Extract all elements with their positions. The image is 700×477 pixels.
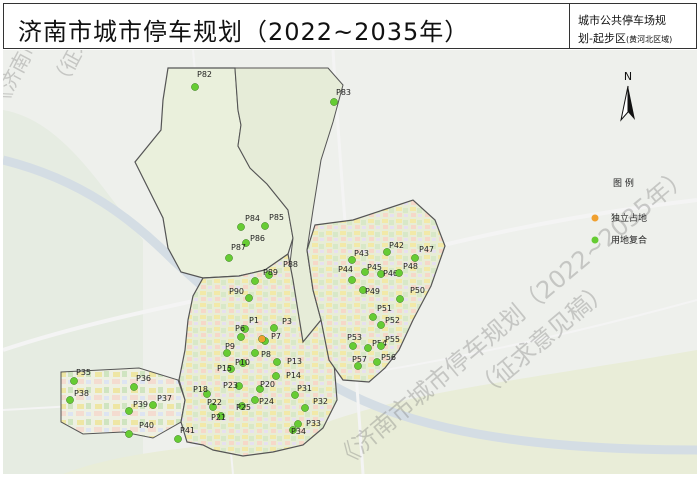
parking-marker-p55[interactable] [377,342,385,350]
parking-label-p35: P35 [76,368,91,377]
parking-marker-p37[interactable] [149,401,157,409]
parking-marker-p53[interactable] [349,342,357,350]
parking-label-p20: P20 [260,380,275,389]
parking-label-p43: P43 [354,249,369,258]
legend-independent-swatch [591,214,599,222]
parking-label-p52: P52 [385,316,400,325]
parking-label-p32: P32 [313,397,328,406]
parking-marker-p83[interactable] [330,98,338,106]
parking-marker-p36[interactable] [130,383,138,391]
parking-marker-p41[interactable] [174,435,182,443]
parking-label-p50: P50 [410,286,425,295]
parking-label-p33: P33 [306,419,321,428]
parking-label-p41: P41 [180,426,195,435]
parking-marker-p38[interactable] [66,396,74,404]
parking-label-p14: P14 [286,371,301,380]
parking-label-p10: P10 [235,358,250,367]
parking-label-p86: P86 [250,234,265,243]
subtitle-line-2-main: 划-起步区 [578,32,626,45]
parking-label-p8: P8 [261,350,271,359]
page-title: 济南市城市停车规划（2022~2035年） [18,18,470,46]
parking-label-p88: P88 [283,260,298,269]
parking-marker-p48[interactable] [395,269,403,277]
parking-marker-p56[interactable] [373,358,381,366]
parking-marker-p82[interactable] [191,83,199,91]
map-figure: 济南市城市停车规划（2022~2035年） 城市公共停车场规 划-起步区(黄河北… [0,0,700,477]
parking-marker-p54[interactable] [364,344,372,352]
parking-label-p49: P49 [365,287,380,296]
title-divider [569,4,570,48]
parking-label-p39: P39 [133,400,148,409]
parking-marker-p50[interactable] [396,295,404,303]
parking-label-p25: P25 [236,403,251,412]
parking-label-p85: P85 [269,213,284,222]
parking-marker-p51[interactable] [369,313,377,321]
parking-label-p38: P38 [74,389,89,398]
parking-label-p9: P9 [225,342,235,351]
parking-marker-p52[interactable] [377,321,385,329]
parking-label-p15: P15 [217,364,232,373]
subtitle-line-2: 划-起步区(黄河北区域) [578,30,672,46]
parking-marker-p44[interactable] [348,276,356,284]
parking-marker-p32[interactable] [301,404,309,412]
parking-marker-p90[interactable] [245,294,253,302]
parking-label-p3: P3 [282,317,292,326]
parking-label-p44: P44 [338,265,353,274]
parking-label-p53: P53 [347,333,362,342]
parking-marker-p89[interactable] [251,277,259,285]
parking-label-p31: P31 [297,384,312,393]
parking-marker-p6[interactable] [237,333,245,341]
parking-label-p37: P37 [157,394,172,403]
parking-marker-p8[interactable] [251,349,259,357]
parking-label-p22: P22 [207,398,222,407]
parking-label-p48: P48 [403,262,418,271]
parking-marker-p84[interactable] [237,223,245,231]
parking-marker-p2[interactable] [258,335,266,343]
title-bar: 济南市城市停车规划（2022~2035年） 城市公共停车场规 划-起步区(黄河北… [3,3,697,49]
parking-marker-p35[interactable] [70,377,78,385]
parking-label-p89: P89 [263,268,278,277]
parking-marker-p39[interactable] [125,407,133,415]
parking-label-p18: P18 [193,385,208,394]
parking-label-p90: P90 [229,287,244,296]
north-arrow-label: N [624,70,632,83]
parking-marker-p85[interactable] [261,222,269,230]
parking-label-p13: P13 [287,357,302,366]
legend-title: 图 例 [613,177,634,189]
parking-label-p84: P84 [245,214,260,223]
district-west [60,367,186,439]
parking-label-p55: P55 [385,335,400,344]
parking-label-p21: P21 [211,413,226,422]
parking-label-p1: P1 [249,316,259,325]
parking-label-p82: P82 [197,70,212,79]
parking-label-p23: P23 [223,381,238,390]
parking-marker-p24[interactable] [251,396,259,404]
map-canvas[interactable]: N 图 例 独立占地 用地复合 P82 P83 P84 P85 P86 P87 P88 P89… [3,50,697,474]
subtitle-line-1: 城市公共停车场规 [578,14,666,27]
parking-label-p7: P7 [271,332,281,341]
parking-marker-p3[interactable] [270,324,278,332]
parking-label-p36: P36 [136,374,151,383]
parking-marker-p47[interactable] [411,254,419,262]
parking-label-p87: P87 [231,243,246,252]
parking-label-p42: P42 [389,241,404,250]
parking-label-p56: P56 [381,353,396,362]
parking-marker-p13[interactable] [273,358,281,366]
subtitle-line-2-small: (黄河北区域) [625,35,673,44]
map-svg: N 图 例 独立占地 用地复合 P82P83P84 P85P86P87P88P89… [3,50,697,474]
parking-label-p24: P24 [259,397,274,406]
parking-label-p40: P40 [139,421,154,430]
parking-label-p34: P34 [291,427,306,436]
parking-label-p47: P47 [419,245,434,254]
parking-label-p83: P83 [336,88,351,97]
parking-label-p57: P57 [352,355,367,364]
parking-marker-p87[interactable] [225,254,233,262]
parking-label-p51: P51 [377,304,392,313]
parking-marker-p40[interactable] [125,430,133,438]
parking-marker-p14[interactable] [272,372,280,380]
parking-label-p6: P6 [235,324,245,333]
